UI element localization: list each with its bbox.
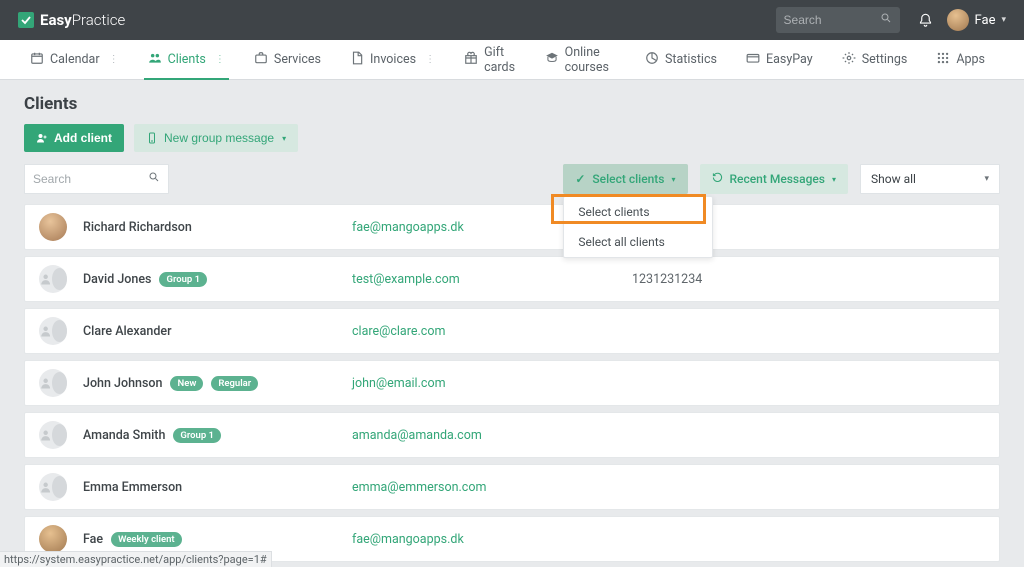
dropdown-item-select-clients[interactable]: Select clients <box>564 197 712 227</box>
avatar <box>39 421 67 449</box>
nav-online-courses[interactable]: Online courses <box>535 40 626 79</box>
calendar-icon <box>30 51 44 69</box>
people-icon <box>148 51 162 69</box>
status-bar-url: https://system.easypractice.net/app/clie… <box>0 551 272 567</box>
chevron-down-icon: ▾ <box>832 175 836 184</box>
clients-list: Richard Richardson fae@mangoapps.dk Davi… <box>24 204 1000 562</box>
client-row[interactable]: Clare Alexander clare@clare.com <box>24 308 1000 354</box>
group-badge: Group 1 <box>159 272 207 287</box>
client-search[interactable] <box>24 164 169 194</box>
nav-services[interactable]: Services <box>244 40 331 79</box>
dropdown-item-select-all-clients[interactable]: Select all clients <box>564 227 712 257</box>
search-icon <box>148 171 160 187</box>
client-email[interactable]: emma@emmerson.com <box>352 480 632 495</box>
client-email[interactable]: fae@mangoapps.dk <box>352 532 632 547</box>
client-row[interactable]: John Johnson New Regular john@email.com <box>24 360 1000 406</box>
avatar <box>39 525 67 553</box>
chevron-down-icon: ▾ <box>1001 15 1006 25</box>
add-client-button[interactable]: Add client <box>24 124 124 152</box>
briefcase-icon <box>254 51 268 69</box>
check-icon: ✓ <box>575 172 585 186</box>
page-content: Clients Add client New group message ▾ ✓… <box>0 80 1024 562</box>
client-name: David Jones <box>83 272 151 287</box>
user-menu[interactable]: Fae ▾ <box>947 9 1006 31</box>
more-dots-icon: ⋮ <box>109 55 119 65</box>
client-email[interactable]: john@email.com <box>352 376 632 391</box>
client-name: Amanda Smith <box>83 428 165 443</box>
avatar <box>39 369 67 397</box>
main-nav: Calendar⋮ Clients⋮ Services Invoices⋮ Gi… <box>0 40 1024 80</box>
person-plus-icon <box>36 132 48 144</box>
client-email[interactable]: amanda@amanda.com <box>352 428 632 443</box>
client-row[interactable]: Richard Richardson fae@mangoapps.dk <box>24 204 1000 250</box>
nav-clients[interactable]: Clients⋮ <box>138 40 235 79</box>
avatar <box>39 473 67 501</box>
chevron-down-icon: ▾ <box>282 134 286 143</box>
avatar <box>947 9 969 31</box>
client-name: Richard Richardson <box>83 220 192 235</box>
refresh-icon <box>712 172 723 186</box>
top-bar: EasyPractice Fae ▾ <box>0 0 1024 40</box>
pie-chart-icon <box>645 51 659 69</box>
gift-icon <box>464 51 478 69</box>
regular-badge: Regular <box>211 376 258 391</box>
chevron-down-icon: ▾ <box>984 174 989 184</box>
action-row: Add client New group message ▾ <box>24 124 1000 152</box>
filter-row: ✓ Select clients ▾ Select clients Select… <box>24 164 1000 194</box>
grid-icon <box>936 51 950 69</box>
user-name: Fae <box>975 13 996 28</box>
client-search-input[interactable] <box>33 172 148 186</box>
client-email[interactable]: clare@clare.com <box>352 324 632 339</box>
graduation-cap-icon <box>545 51 559 69</box>
new-group-message-button[interactable]: New group message ▾ <box>134 124 298 152</box>
brand-text: EasyPractice <box>40 11 125 29</box>
avatar <box>39 265 67 293</box>
nav-statistics[interactable]: Statistics <box>635 40 727 79</box>
global-search-input[interactable] <box>784 13 874 27</box>
search-icon <box>880 12 892 28</box>
page-title: Clients <box>24 94 1000 114</box>
gear-icon <box>842 51 856 69</box>
select-clients-dropdown: Select clients Select all clients <box>563 196 713 258</box>
avatar <box>39 213 67 241</box>
avatar <box>39 317 67 345</box>
client-name: Emma Emmerson <box>83 480 182 495</box>
notifications-button[interactable] <box>918 13 933 28</box>
credit-card-icon <box>746 51 760 69</box>
group-badge: Group 1 <box>173 428 221 443</box>
client-name: Fae <box>83 532 103 547</box>
logo-check-icon <box>18 12 34 28</box>
show-all-select[interactable]: Show all ▾ <box>860 164 1000 194</box>
nav-invoices[interactable]: Invoices⋮ <box>340 40 445 79</box>
nav-apps[interactable]: Apps <box>926 40 995 79</box>
client-row[interactable]: Emma Emmerson emma@emmerson.com <box>24 464 1000 510</box>
nav-settings[interactable]: Settings <box>832 40 918 79</box>
client-row[interactable]: David Jones Group 1 test@example.com 1231… <box>24 256 1000 302</box>
more-dots-icon: ⋮ <box>215 55 225 65</box>
client-email[interactable]: test@example.com <box>352 272 632 287</box>
client-phone: 1231231234 <box>632 272 702 287</box>
new-badge: New <box>170 376 203 391</box>
nav-easypay[interactable]: EasyPay <box>736 40 823 79</box>
chevron-down-icon: ▾ <box>671 175 675 184</box>
document-icon <box>350 51 364 69</box>
recent-messages-button[interactable]: Recent Messages ▾ <box>700 164 849 194</box>
nav-giftcards[interactable]: Gift cards <box>454 40 526 79</box>
brand-logo[interactable]: EasyPractice <box>18 11 125 29</box>
client-name: John Johnson <box>83 376 162 391</box>
phone-message-icon <box>146 132 158 144</box>
select-clients-button[interactable]: ✓ Select clients ▾ <box>563 164 687 194</box>
weekly-client-badge: Weekly client <box>111 532 181 547</box>
more-dots-icon: ⋮ <box>425 55 435 65</box>
client-name: Clare Alexander <box>83 324 172 339</box>
global-search[interactable] <box>776 7 900 33</box>
nav-calendar[interactable]: Calendar⋮ <box>20 40 129 79</box>
client-row[interactable]: Amanda Smith Group 1 amanda@amanda.com <box>24 412 1000 458</box>
